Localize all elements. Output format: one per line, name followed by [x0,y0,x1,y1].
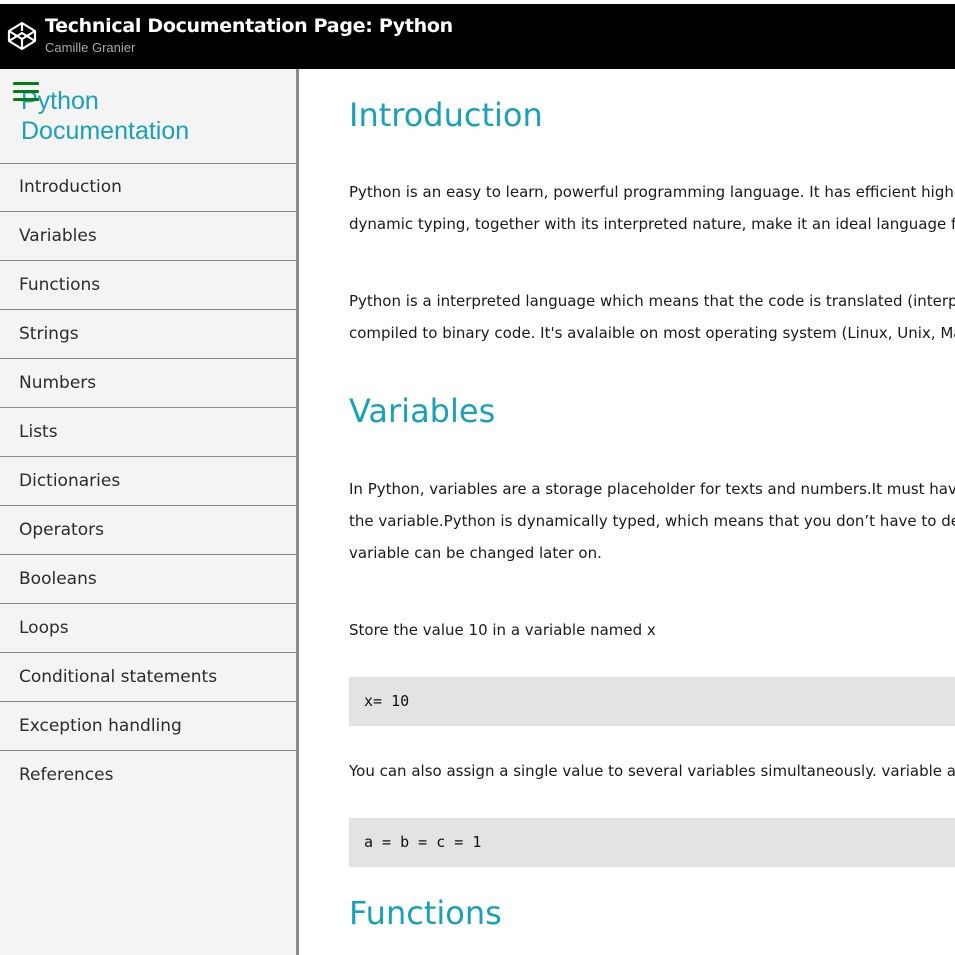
nav-link-loops[interactable]: Loops [0,604,296,653]
variables-paragraph-line-1: In Python, variables are a storage place… [349,480,955,498]
sidebar-title-line1: Python [21,87,99,115]
variables-store-text: Store the value 10 in a variable named x [349,621,656,639]
intro-paragraph-2-line-2: compiled to binary code. It's avalaible … [349,324,955,342]
nav-link-lists[interactable]: Lists [0,408,296,457]
author-name[interactable]: Camille Granier [45,40,135,55]
section-heading-functions: Functions [349,894,502,932]
codepen-cube-icon[interactable] [6,20,38,52]
nav-link-booleans[interactable]: Booleans [0,555,296,604]
main-content: Introduction Python is an easy to learn,… [299,69,955,955]
variables-paragraph-line-2: the variable.Python is dynamically typed… [349,512,955,530]
nav-link-variables[interactable]: Variables [0,212,296,261]
hamburger-menu-icon[interactable] [13,82,39,104]
variables-paragraph-line-3: variable can be changed later on. [349,544,602,562]
page-title: Technical Documentation Page: Python [45,15,453,37]
sidebar-title-line2: Documentation [21,117,190,145]
intro-paragraph-1-line-2: dynamic typing, together with its interp… [349,215,955,233]
section-heading-introduction: Introduction [349,96,543,134]
sidebar-title: Python Documentation [21,86,281,146]
nav-link-strings[interactable]: Strings [0,310,296,359]
intro-paragraph-2-line-1: Python is a interpreted language which m… [349,292,955,310]
nav-list: Introduction Variables Functions Strings… [0,163,296,799]
nav-link-dictionaries[interactable]: Dictionaries [0,457,296,506]
code-block-x: x= 10 [349,677,955,726]
nav-link-functions[interactable]: Functions [0,261,296,310]
app-header: Technical Documentation Page: Python Cam… [0,4,955,69]
section-heading-variables: Variables [349,392,496,430]
intro-paragraph-1-line-1: Python is an easy to learn, powerful pro… [349,183,955,201]
nav-link-references[interactable]: References [0,751,296,799]
nav-link-numbers[interactable]: Numbers [0,359,296,408]
nav-link-conditional-statements[interactable]: Conditional statements [0,653,296,702]
code-block-abc: a = b = c = 1 [349,818,955,867]
sidebar-nav: Python Documentation Introduction Variab… [0,69,299,955]
nav-link-introduction[interactable]: Introduction [0,163,296,212]
variables-assign-text: You can also assign a single value to se… [349,762,955,780]
nav-link-operators[interactable]: Operators [0,506,296,555]
nav-link-exception-handling[interactable]: Exception handling [0,702,296,751]
